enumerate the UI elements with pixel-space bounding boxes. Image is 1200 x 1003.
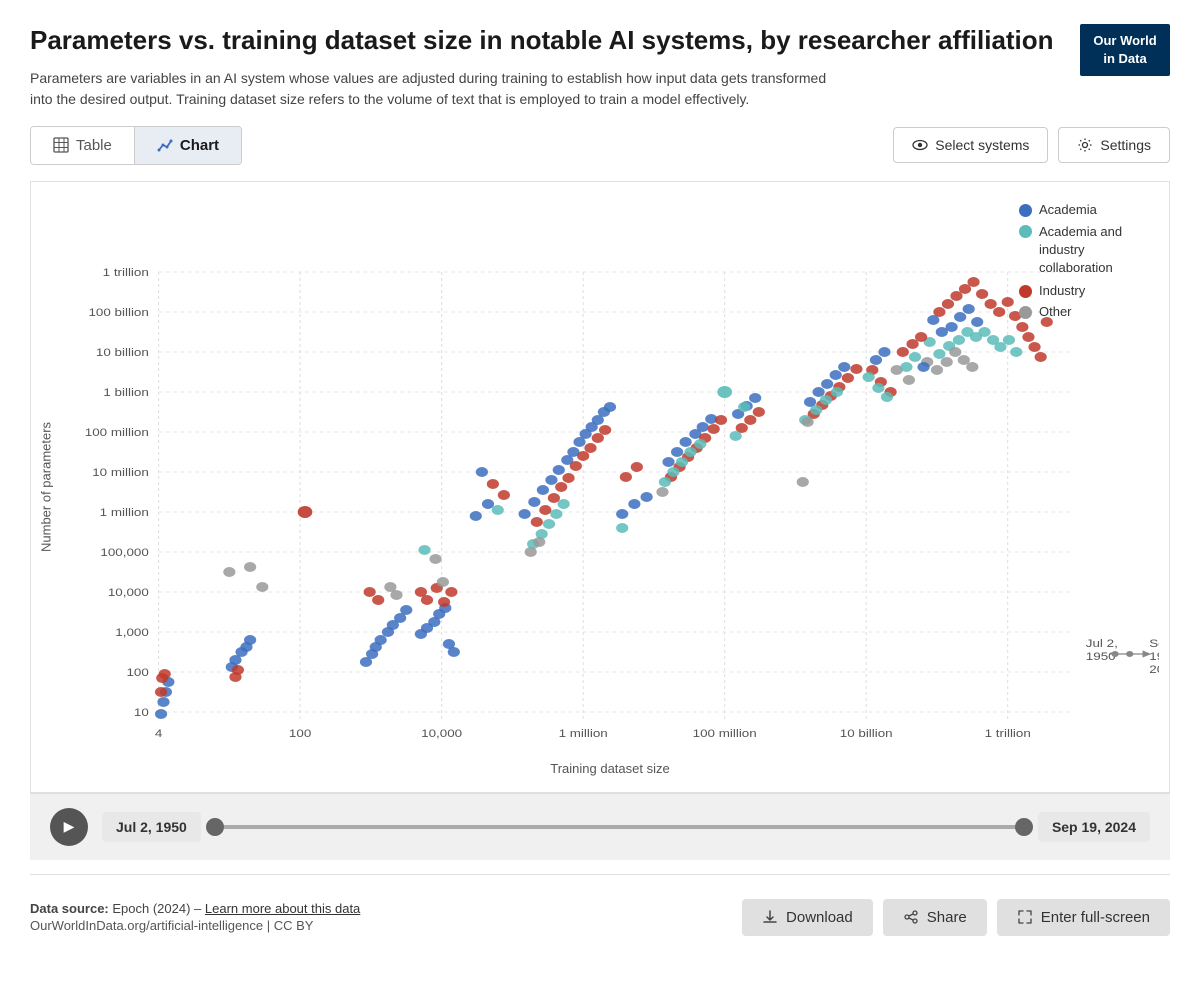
footer-left: Data source: Epoch (2024) – Learn more a… <box>30 901 360 933</box>
svg-text:19,: 19, <box>1149 650 1159 663</box>
chart-legend: Academia Academia and industry collabora… <box>1019 202 1149 326</box>
academia-industry-label: Academia and industry collaboration <box>1039 223 1149 278</box>
fullscreen-label: Enter full-screen <box>1041 909 1150 926</box>
eye-icon <box>912 137 928 153</box>
svg-text:10 million: 10 million <box>92 466 149 479</box>
svg-text:Jul 2,: Jul 2, <box>1086 637 1118 650</box>
footer-top: Data source: Epoch (2024) – Learn more a… <box>30 899 1170 936</box>
share-icon <box>903 909 919 925</box>
svg-text:10 billion: 10 billion <box>840 727 893 740</box>
legend-academia: Academia <box>1019 202 1149 217</box>
download-button[interactable]: Download <box>742 899 873 936</box>
other-dot <box>1019 306 1032 319</box>
academia-industry-dot <box>1019 225 1032 238</box>
fullscreen-button[interactable]: Enter full-screen <box>997 899 1170 936</box>
svg-text:1950: 1950 <box>1086 650 1116 663</box>
svg-text:10: 10 <box>134 706 149 719</box>
legend-other: Other <box>1019 304 1149 319</box>
play-icon: ▶ <box>64 818 75 835</box>
svg-text:100 billion: 100 billion <box>88 306 149 319</box>
svg-text:100 million: 100 million <box>693 727 757 740</box>
svg-text:10,000: 10,000 <box>421 727 462 740</box>
svg-text:4: 4 <box>155 727 163 740</box>
academia-label: Academia <box>1039 202 1097 217</box>
chart-icon <box>157 137 173 153</box>
industry-dot <box>1019 285 1032 298</box>
owid-logo: Our World in Data <box>1080 24 1170 76</box>
chart-area: Number of parameters .grid-line { stroke… <box>30 181 1170 793</box>
chart-tab[interactable]: Chart <box>135 127 241 164</box>
learn-more-link[interactable]: Learn more about this data <box>205 901 360 916</box>
select-systems-label: Select systems <box>935 137 1029 153</box>
data-source-label: Data source: <box>30 901 109 916</box>
footer: Data source: Epoch (2024) – Learn more a… <box>30 885 1170 946</box>
svg-text:10 billion: 10 billion <box>96 346 149 359</box>
right-toolbar: Select systems Settings <box>893 127 1170 163</box>
data-source-text: Epoch (2024) – <box>112 901 201 916</box>
settings-button[interactable]: Settings <box>1058 127 1170 163</box>
subtitle: Parameters are variables in an AI system… <box>30 68 850 110</box>
slider-thumb-end[interactable] <box>1015 818 1033 836</box>
page-title: Parameters vs. training dataset size in … <box>30 24 1080 58</box>
data-source: Data source: Epoch (2024) – Learn more a… <box>30 901 360 916</box>
x-axis-label: Training dataset size <box>61 761 1159 782</box>
scatter-plot: .grid-line { stroke: #ddd; stroke-width:… <box>61 192 1159 752</box>
playback-bar: ▶ Jul 2, 1950 Sep 19, 2024 <box>30 793 1170 860</box>
download-label: Download <box>786 909 853 926</box>
svg-text:1 trillion: 1 trillion <box>103 266 149 279</box>
table-tab[interactable]: Table <box>31 127 135 164</box>
legend-academia-industry: Academia and industry collaboration <box>1019 223 1149 278</box>
svg-text:100: 100 <box>126 666 149 679</box>
table-icon <box>53 137 69 153</box>
svg-text:100: 100 <box>289 727 312 740</box>
select-systems-button[interactable]: Select systems <box>893 127 1048 163</box>
svg-text:100,000: 100,000 <box>100 546 149 559</box>
svg-text:2024: 2024 <box>1149 663 1159 676</box>
industry-label: Industry <box>1039 283 1085 298</box>
academia-dot <box>1019 204 1032 217</box>
legend-industry: Industry <box>1019 283 1149 298</box>
end-date-badge: Sep 19, 2024 <box>1038 812 1150 842</box>
fullscreen-icon <box>1017 909 1033 925</box>
settings-label: Settings <box>1100 137 1151 153</box>
svg-text:1 million: 1 million <box>100 506 149 519</box>
svg-text:1 million: 1 million <box>559 727 608 740</box>
timeline-slider[interactable] <box>215 825 1024 829</box>
settings-icon <box>1077 137 1093 153</box>
share-label: Share <box>927 909 967 926</box>
y-axis-label: Number of parameters <box>31 192 61 782</box>
download-icon <box>762 909 778 925</box>
other-label: Other <box>1039 304 1072 319</box>
play-button[interactable]: ▶ <box>50 808 88 846</box>
svg-text:1 billion: 1 billion <box>103 386 149 399</box>
svg-text:1,000: 1,000 <box>115 626 149 639</box>
table-tab-label: Table <box>76 137 112 154</box>
svg-text:Sep: Sep <box>1149 637 1159 650</box>
view-tab-group: Table Chart <box>30 126 242 165</box>
footer-buttons: Download Share Enter f <box>742 899 1170 936</box>
toolbar: Table Chart Select systems <box>30 126 1170 165</box>
start-date-badge: Jul 2, 1950 <box>102 812 201 842</box>
svg-text:10,000: 10,000 <box>108 586 149 599</box>
slider-thumb-start[interactable] <box>206 818 224 836</box>
chart-inner: .grid-line { stroke: #ddd; stroke-width:… <box>61 192 1159 782</box>
footer-url: OurWorldInData.org/artificial-intelligen… <box>30 918 360 933</box>
separator <box>30 874 1170 875</box>
share-button[interactable]: Share <box>883 899 987 936</box>
svg-text:100 million: 100 million <box>85 426 149 439</box>
svg-text:1 trillion: 1 trillion <box>985 727 1031 740</box>
chart-tab-label: Chart <box>180 137 219 154</box>
